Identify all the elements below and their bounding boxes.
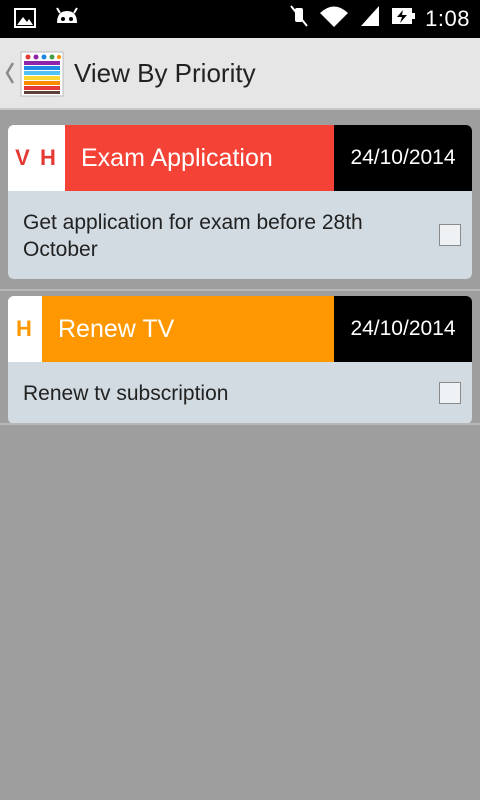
battery-charging-icon (391, 4, 416, 33)
task-description: Renew tv subscription (23, 382, 229, 405)
android-icon (54, 7, 80, 34)
divider (0, 423, 480, 425)
task-header: V H Exam Application 24/10/2014 (8, 125, 472, 191)
task-done-checkbox[interactable] (439, 224, 461, 246)
task-description: Get application for exam before 28th Oct… (23, 211, 363, 261)
task-card[interactable]: H Renew TV 24/10/2014 Renew tv subscript… (8, 296, 472, 424)
divider (0, 289, 480, 291)
status-bar: 1:08 (0, 0, 480, 38)
page-title: View By Priority (74, 58, 256, 88)
task-title: Exam Application (65, 125, 334, 191)
task-title: Renew TV (42, 296, 334, 362)
priority-label: V H (8, 125, 65, 191)
app-logo-icon[interactable] (20, 51, 64, 97)
image-icon (14, 8, 36, 33)
task-done-checkbox[interactable] (439, 382, 461, 404)
task-date: 24/10/2014 (334, 296, 472, 362)
mute-icon (289, 4, 309, 33)
priority-label: H (8, 296, 42, 362)
task-date: 24/10/2014 (334, 125, 472, 191)
task-header: H Renew TV 24/10/2014 (8, 296, 472, 362)
signal-icon (359, 4, 381, 33)
clock: 1:08 (425, 5, 470, 31)
action-bar: View By Priority (0, 38, 480, 110)
chevron-left-icon[interactable] (4, 60, 16, 86)
task-card[interactable]: V H Exam Application 24/10/2014 Get appl… (8, 125, 472, 279)
wifi-icon (319, 4, 349, 33)
